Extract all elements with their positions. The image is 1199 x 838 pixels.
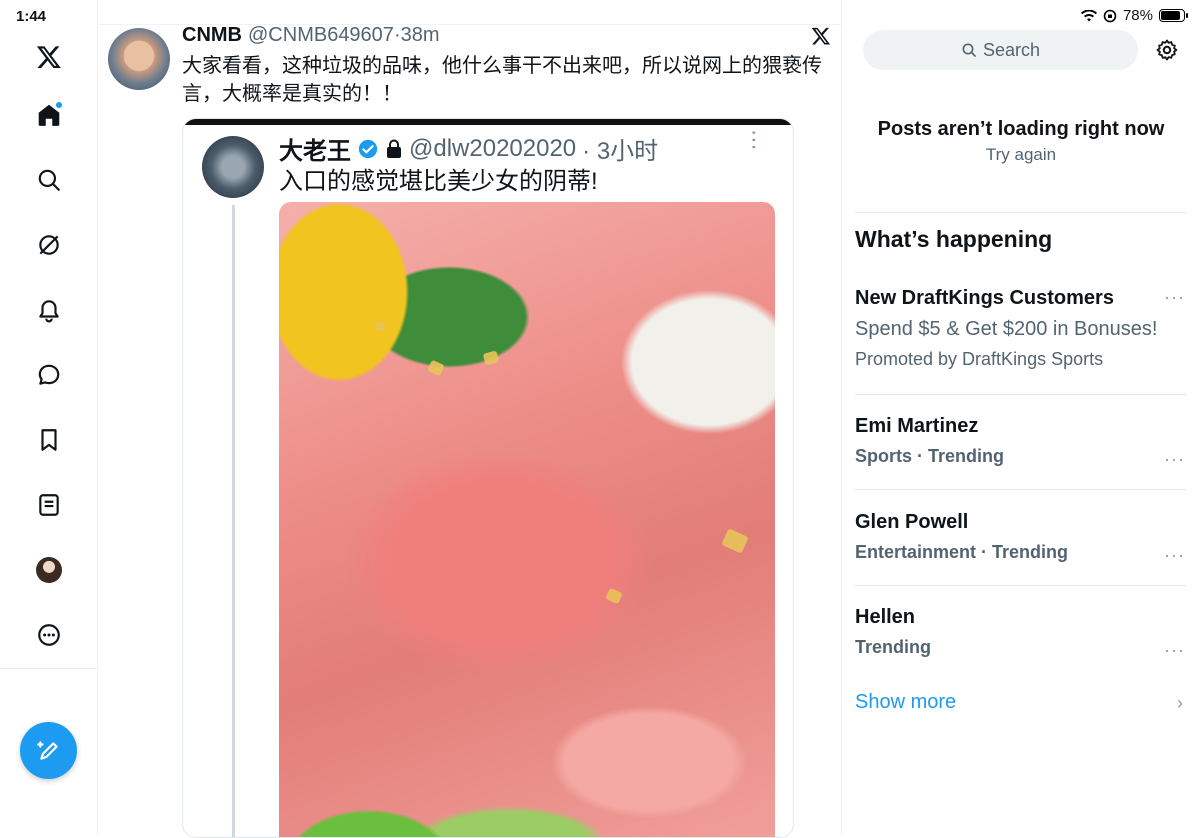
more-icon[interactable]	[30, 616, 68, 654]
show-more-link[interactable]: Show more	[855, 691, 956, 714]
divider	[855, 489, 1187, 490]
promo-line: Spend $5 & Get $200 in Bonuses!	[855, 318, 1158, 340]
tweet-author-handle[interactable]: @CNMB649607	[248, 24, 394, 47]
sashimi-photo	[279, 202, 775, 837]
quoted-tweet-text: 入口的感觉堪比美少女的阴蒂!	[279, 168, 598, 195]
posts-loading-error: Posts aren’t loading right now	[877, 118, 1165, 140]
divider	[855, 212, 1187, 213]
x-logo-icon	[811, 27, 831, 45]
lock-icon	[387, 139, 401, 158]
notifications-icon[interactable]	[30, 291, 68, 329]
nav-divider	[0, 668, 98, 669]
tweet-header: CNMB @CNMB649607·38m	[182, 24, 440, 47]
search-icon	[962, 43, 976, 57]
left-navigation	[0, 0, 98, 834]
more-options-icon[interactable]: ···	[1164, 449, 1185, 470]
home-icon[interactable]	[30, 96, 68, 134]
compose-icon	[36, 740, 58, 760]
trend-meta: Sports · Trending	[855, 446, 1005, 466]
profile-avatar[interactable]	[30, 551, 68, 589]
quoted-author-avatar	[202, 136, 264, 198]
more-options-icon[interactable]: ···	[1164, 287, 1185, 308]
search-input[interactable]: Search	[863, 30, 1138, 70]
communities-icon[interactable]	[30, 226, 68, 264]
tweet-author-name[interactable]: CNMB	[182, 24, 242, 47]
more-options-icon[interactable]: ···	[1164, 640, 1185, 661]
home-notification-dot	[56, 102, 62, 108]
quoted-tweet-screenshot[interactable]: 大老王 @dlw20202020 · 3小时 ⋯ 入口的感觉堪比美少女的阴蒂!	[182, 118, 794, 838]
divider	[855, 585, 1187, 586]
bookmarks-icon[interactable]	[30, 421, 68, 459]
verified-badge-icon	[358, 139, 378, 158]
divider	[855, 394, 1187, 395]
tweet-timestamp[interactable]: ·38m	[394, 24, 440, 47]
quoted-author-handle: @dlw20202020	[409, 134, 577, 162]
try-again-link[interactable]: Try again	[843, 145, 1199, 165]
trend-title: Emi Martinez	[855, 415, 979, 437]
promoted-trend[interactable]: New DraftKings Customers Spend $5 & Get …	[855, 287, 1187, 370]
promo-by: Promoted by DraftKings Sports	[855, 349, 1104, 369]
lists-icon[interactable]	[30, 486, 68, 524]
x-logo-icon[interactable]	[30, 38, 68, 76]
trend-title: Glen Powell	[855, 511, 969, 533]
tweet-text: 大家看看，这种垃圾的品味，他什么事干不出来吧，所以说网上的猥亵传言，大概率是真实…	[182, 55, 822, 105]
chevron-right-icon: ›	[1177, 693, 1183, 713]
messages-icon[interactable]	[30, 356, 68, 394]
promo-title: New DraftKings Customers	[855, 287, 1114, 309]
embed-top-bar	[183, 119, 793, 125]
trend-item[interactable]: Hellen Trending ···	[855, 606, 1187, 661]
whats-happening-title: What’s happening	[855, 226, 1053, 252]
trend-meta: Trending	[855, 637, 931, 657]
more-options-icon[interactable]: ···	[1164, 545, 1185, 566]
right-sidebar: Search Posts aren’t loading right now Tr…	[843, 0, 1199, 834]
gear-icon[interactable]	[1155, 38, 1179, 62]
tweet-author-avatar[interactable]	[108, 28, 170, 90]
trend-meta: Entertainment · Trending	[855, 542, 1069, 562]
compose-button[interactable]	[20, 722, 77, 779]
trend-item[interactable]: Glen Powell Entertainment · Trending ···	[855, 511, 1187, 566]
trend-item[interactable]: Emi Martinez Sports · Trending ···	[855, 415, 1187, 470]
search-placeholder: Search	[982, 39, 1041, 60]
more-options-icon: ⋯	[742, 129, 767, 151]
trend-title: Hellen	[855, 606, 916, 628]
main-timeline: CNMB @CNMB649607·38m 大家看看，这种垃圾的品味，他什么事干不…	[98, 0, 842, 838]
search-icon[interactable]	[30, 161, 68, 199]
thread-line	[232, 205, 235, 837]
